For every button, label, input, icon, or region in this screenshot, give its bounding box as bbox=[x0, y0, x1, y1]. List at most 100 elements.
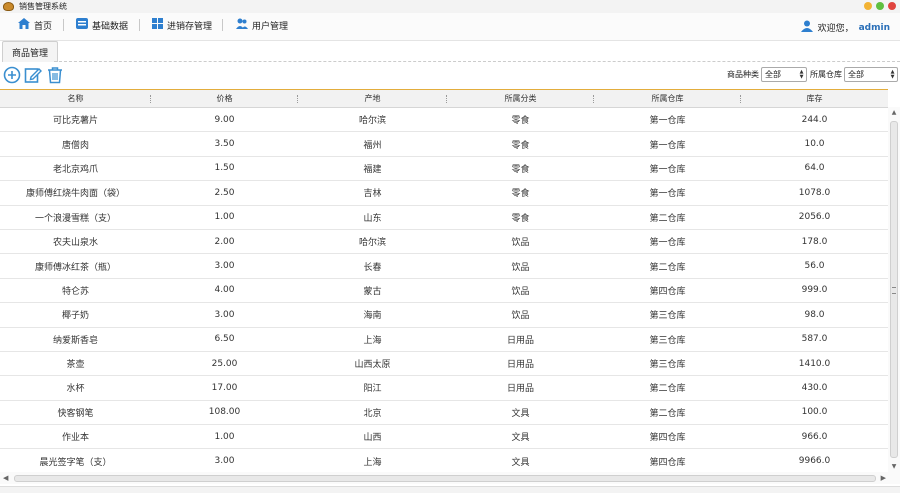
add-icon[interactable] bbox=[3, 66, 21, 84]
nav-divider bbox=[139, 19, 140, 31]
cell-price: 3.00 bbox=[214, 309, 235, 320]
cell-origin: 吉林 bbox=[363, 189, 382, 200]
cell-stock: 98.0 bbox=[804, 309, 825, 320]
window-titlebar: 销售管理系统 bbox=[0, 0, 900, 13]
cell-name: 唐僧肉 bbox=[61, 140, 89, 151]
maximize-button[interactable] bbox=[876, 2, 884, 10]
nav-item-base-data[interactable]: 基础数据 bbox=[76, 13, 128, 37]
cell-stock: 100.0 bbox=[801, 407, 828, 418]
cell-origin: 山西太原 bbox=[354, 360, 391, 371]
cell-origin: 哈尔滨 bbox=[358, 116, 386, 127]
table-row[interactable]: 康师傅红烧牛肉面（袋） 2.50 吉林 零食 第一仓库 1078.0 bbox=[0, 181, 888, 206]
table-row[interactable]: 康师傅冰红茶（瓶） 3.00 长春 饮品 第二仓库 56.0 bbox=[0, 254, 888, 279]
vertical-scrollbar[interactable]: ▲ ▼ bbox=[888, 107, 900, 472]
cell-stock: 999.0 bbox=[801, 285, 828, 296]
table-row[interactable]: 特仑苏 4.00 蒙古 饮品 第四仓库 999.0 bbox=[0, 278, 888, 304]
tab-product-management[interactable]: 商品管理 bbox=[2, 41, 59, 62]
scroll-up-icon[interactable]: ▲ bbox=[890, 109, 898, 116]
table-row[interactable]: 唐僧肉 3.50 福州 零食 第一仓库 10.0 bbox=[0, 132, 888, 157]
app-logo-icon bbox=[3, 2, 14, 11]
warehouse-select[interactable]: 全部 ▲ ▼ bbox=[844, 67, 898, 82]
status-strip bbox=[0, 486, 900, 493]
filter-warehouse: 所属仓库 全部 ▲ ▼ bbox=[810, 67, 898, 82]
cell-stock: 966.0 bbox=[801, 431, 828, 442]
cell-category: 文具 bbox=[511, 408, 530, 419]
product-type-select[interactable]: 全部 ▲ ▼ bbox=[761, 67, 807, 82]
column-header-price[interactable]: 价格 bbox=[151, 90, 298, 107]
cell-origin: 北京 bbox=[363, 408, 382, 419]
scroll-down-icon[interactable]: ▼ bbox=[890, 463, 898, 470]
table-row[interactable]: 一个浪漫雪糕（支） 1.00 山东 零食 第二仓库 2056.0 bbox=[0, 205, 888, 230]
table-row[interactable]: 椰子奶 3.00 海南 饮品 第三仓库 98.0 bbox=[0, 303, 888, 328]
tab-divider bbox=[54, 61, 900, 62]
cell-warehouse: 第四仓库 bbox=[649, 457, 686, 468]
cell-name: 特仑苏 bbox=[61, 286, 89, 297]
table-row[interactable]: 快客钢笔 108.00 北京 文具 第二仓库 100.0 bbox=[0, 400, 888, 426]
cell-origin: 长春 bbox=[363, 262, 382, 273]
cell-warehouse: 第二仓库 bbox=[649, 408, 686, 419]
cell-warehouse: 第四仓库 bbox=[649, 286, 686, 297]
edit-icon[interactable] bbox=[24, 66, 42, 84]
horizontal-scrollbar[interactable]: ◀ ▶ bbox=[0, 472, 900, 484]
cell-price: 17.00 bbox=[211, 382, 238, 393]
table-row[interactable]: 茶壶 25.00 山西太原 日用品 第三仓库 1410.0 bbox=[0, 351, 888, 377]
cell-warehouse: 第一仓库 bbox=[649, 164, 686, 175]
cell-warehouse: 第三仓库 bbox=[649, 335, 686, 346]
column-header-origin[interactable]: 产地 bbox=[298, 90, 447, 107]
nav-item-users[interactable]: 用户管理 bbox=[236, 13, 288, 37]
nav-item-home[interactable]: 首页 bbox=[18, 13, 52, 37]
cell-stock: 9966.0 bbox=[798, 456, 831, 467]
greeting-text: 欢迎您， bbox=[817, 24, 854, 34]
table-row[interactable]: 纳爱斯香皂 6.50 上海 日用品 第三仓库 587.0 bbox=[0, 327, 888, 352]
nav-item-label: 用户管理 bbox=[252, 21, 289, 32]
table-row[interactable]: 老北京鸡爪 1.50 福建 零食 第一仓库 64.0 bbox=[0, 156, 888, 182]
table-row[interactable]: 可比克薯片 9.00 哈尔滨 零食 第一仓库 244.0 bbox=[0, 108, 888, 133]
close-button[interactable] bbox=[888, 2, 896, 10]
username[interactable]: admin bbox=[859, 23, 890, 33]
cell-category: 饮品 bbox=[511, 238, 530, 249]
column-header-category[interactable]: 所属分类 bbox=[447, 90, 594, 107]
cell-price: 2.00 bbox=[214, 236, 235, 247]
product-table: 名称 价格 产地 所属分类 所属仓库 库存 可比克薯片 9.00 哈尔滨 零食 第一仓库… bbox=[0, 89, 888, 472]
cell-category: 零食 bbox=[511, 189, 530, 200]
table-row[interactable]: 农夫山泉水 2.00 哈尔滨 饮品 第一仓库 178.0 bbox=[0, 229, 888, 255]
column-header-stock[interactable]: 库存 bbox=[741, 90, 888, 107]
cell-price: 3.00 bbox=[214, 456, 235, 467]
database-icon bbox=[76, 18, 88, 32]
delete-icon[interactable] bbox=[46, 66, 64, 84]
horizontal-scroll-thumb[interactable] bbox=[14, 475, 876, 482]
cell-price: 25.00 bbox=[211, 358, 238, 369]
cell-name: 可比克薯片 bbox=[52, 116, 98, 127]
cell-origin: 上海 bbox=[363, 335, 382, 346]
nav-item-inventory[interactable]: 进销存管理 bbox=[152, 13, 212, 37]
table-row[interactable]: 作业本 1.00 山西 文具 第四仓库 966.0 bbox=[0, 425, 888, 450]
cell-stock: 2056.0 bbox=[798, 212, 831, 223]
cell-warehouse: 第一仓库 bbox=[649, 238, 686, 249]
table-row[interactable]: 晨光签字笔（支） 3.00 上海 文具 第四仓库 9966.0 bbox=[0, 449, 888, 472]
cell-category: 文具 bbox=[511, 457, 530, 468]
toolbar: 商品种类 全部 ▲ ▼ 所属仓库 全部 ▲ ▼ bbox=[0, 64, 900, 88]
table-row[interactable]: 水杯 17.00 阳江 日用品 第二仓库 430.0 bbox=[0, 376, 888, 401]
cell-category: 日用品 bbox=[506, 384, 534, 395]
cell-warehouse: 第一仓库 bbox=[649, 140, 686, 151]
scroll-left-icon[interactable]: ◀ bbox=[3, 474, 8, 482]
cell-origin: 蒙古 bbox=[363, 286, 382, 297]
cell-stock: 1410.0 bbox=[798, 358, 831, 369]
nav-divider bbox=[63, 19, 64, 31]
column-header-warehouse[interactable]: 所属仓库 bbox=[594, 90, 741, 107]
cell-price: 3.50 bbox=[214, 139, 235, 150]
cell-name: 老北京鸡爪 bbox=[52, 164, 98, 175]
cell-stock: 1078.0 bbox=[798, 187, 831, 198]
cell-stock: 430.0 bbox=[801, 382, 828, 393]
nav-item-label: 基础数据 bbox=[92, 21, 129, 32]
minimize-button[interactable] bbox=[864, 2, 872, 10]
table-header: 名称 价格 产地 所属分类 所属仓库 库存 bbox=[0, 90, 888, 108]
cell-origin: 山东 bbox=[363, 213, 382, 224]
column-header-name[interactable]: 名称 bbox=[0, 90, 151, 107]
home-icon bbox=[18, 18, 30, 32]
cell-stock: 64.0 bbox=[804, 163, 825, 174]
cell-warehouse: 第二仓库 bbox=[649, 384, 686, 395]
cell-stock: 587.0 bbox=[801, 334, 828, 345]
scroll-right-icon[interactable]: ▶ bbox=[881, 474, 886, 482]
nav-divider bbox=[222, 19, 223, 31]
